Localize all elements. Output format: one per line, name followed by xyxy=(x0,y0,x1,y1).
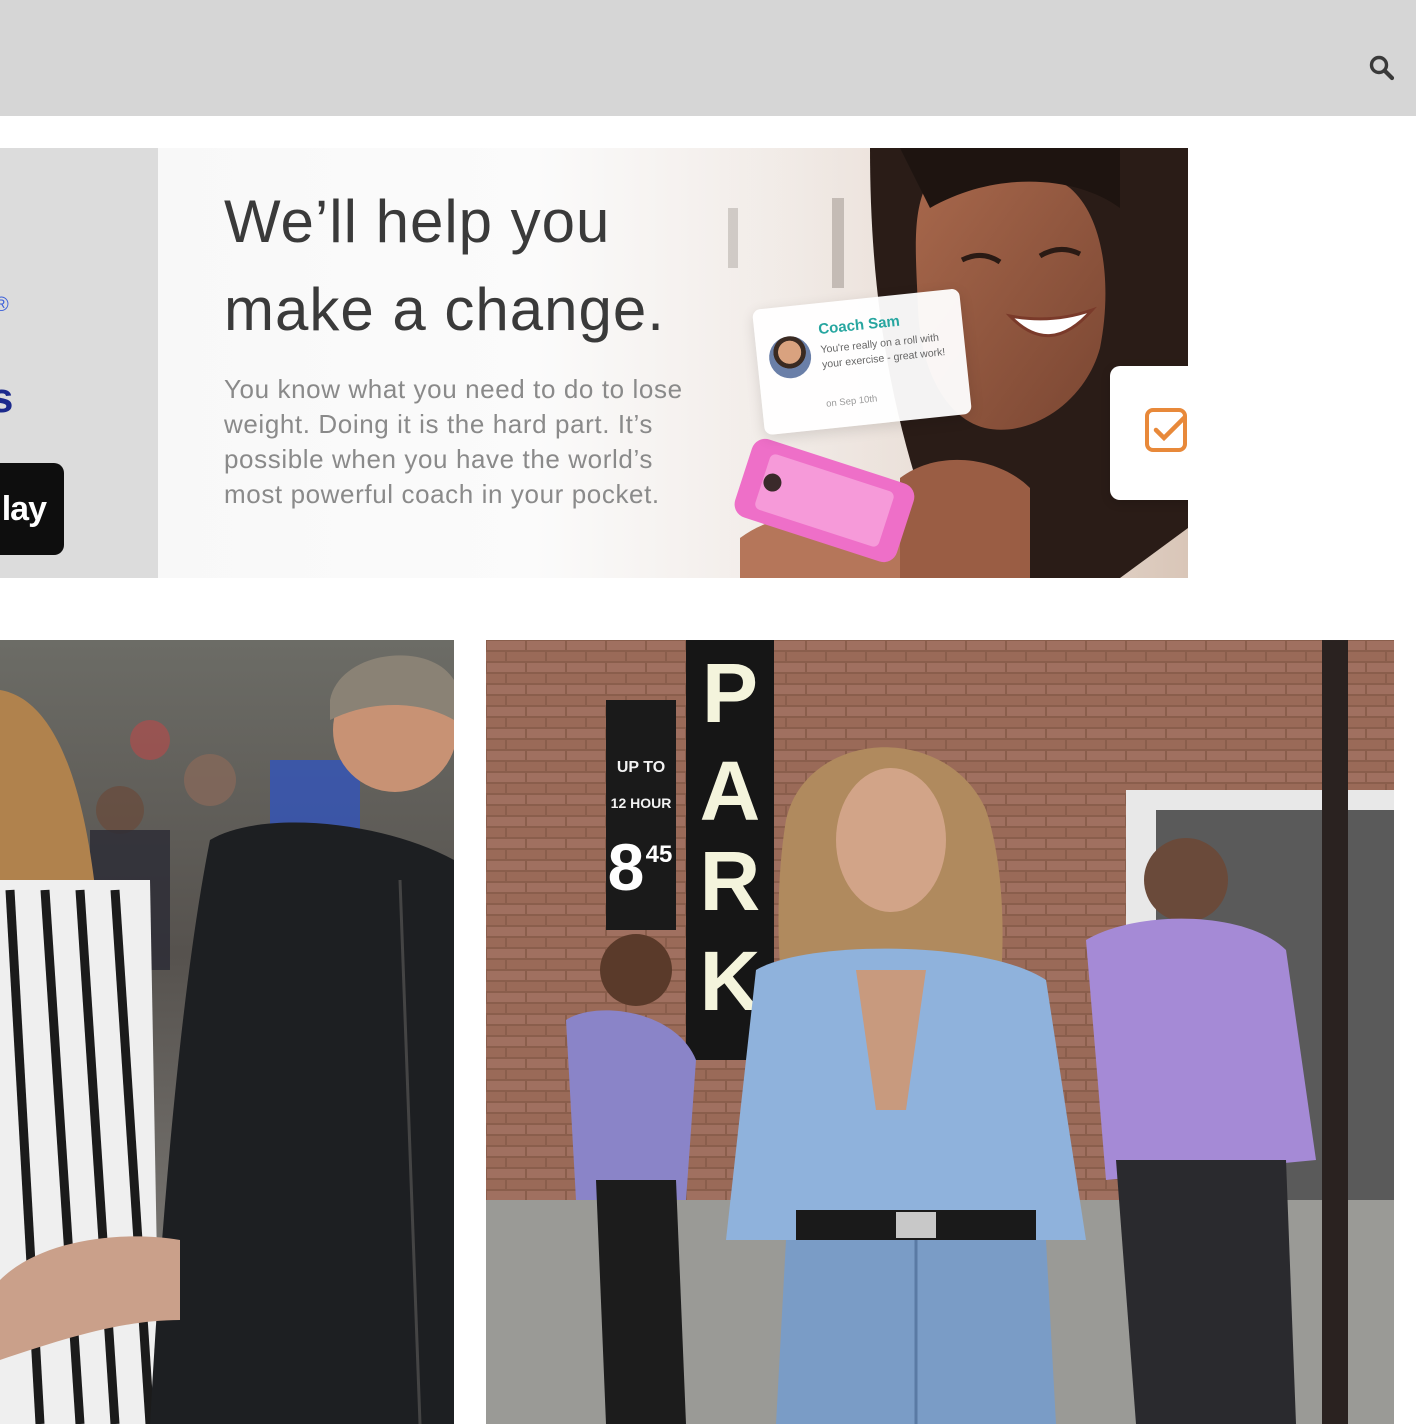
sign-price: 8 xyxy=(608,830,645,904)
coach-message-card: Coach Sam You're really on a roll with y… xyxy=(752,288,973,436)
sign-letter-p: P xyxy=(702,646,758,740)
search-button[interactable] xyxy=(1362,48,1402,88)
header-bar xyxy=(0,0,1416,116)
sign-letter-r: R xyxy=(700,834,761,928)
headline-line-2: make a change. xyxy=(224,276,665,343)
checkbox-icon xyxy=(1145,408,1187,452)
task-checkbox-card xyxy=(1110,366,1188,500)
google-play-badge[interactable]: lay xyxy=(0,463,64,555)
partial-brand-letter: s xyxy=(0,374,14,421)
coach-message-date: on Sep 10th xyxy=(825,393,878,410)
registered-mark: ® xyxy=(0,294,9,316)
banner-headline: We’ll help you make a change. xyxy=(224,178,744,354)
ad-left-panel: ® s lay xyxy=(0,148,158,578)
street-photo-right[interactable]: UP TO 12 HOUR 8 45 P A R K xyxy=(486,640,1394,1424)
sign-letter-a: A xyxy=(700,744,761,838)
coach-avatar xyxy=(767,334,814,381)
headline-line-1: We’ll help you xyxy=(224,188,611,255)
coach-name: Coach Sam xyxy=(817,312,901,339)
banner-body-text: You know what you need to do to lose wei… xyxy=(224,374,683,509)
sign-price-line-2: 12 HOUR xyxy=(611,795,672,811)
search-icon xyxy=(1369,55,1395,81)
store-badge-label: lay xyxy=(1,489,47,528)
ad-banner[interactable]: ® s lay We’ll help you make a change. Yo… xyxy=(0,148,1188,578)
sign-price-cents: 45 xyxy=(646,841,673,868)
coach-message: You're really on a roll with your exerci… xyxy=(819,331,946,371)
sign-price-line-1: UP TO xyxy=(617,759,665,776)
street-photo-left[interactable] xyxy=(0,640,454,1424)
